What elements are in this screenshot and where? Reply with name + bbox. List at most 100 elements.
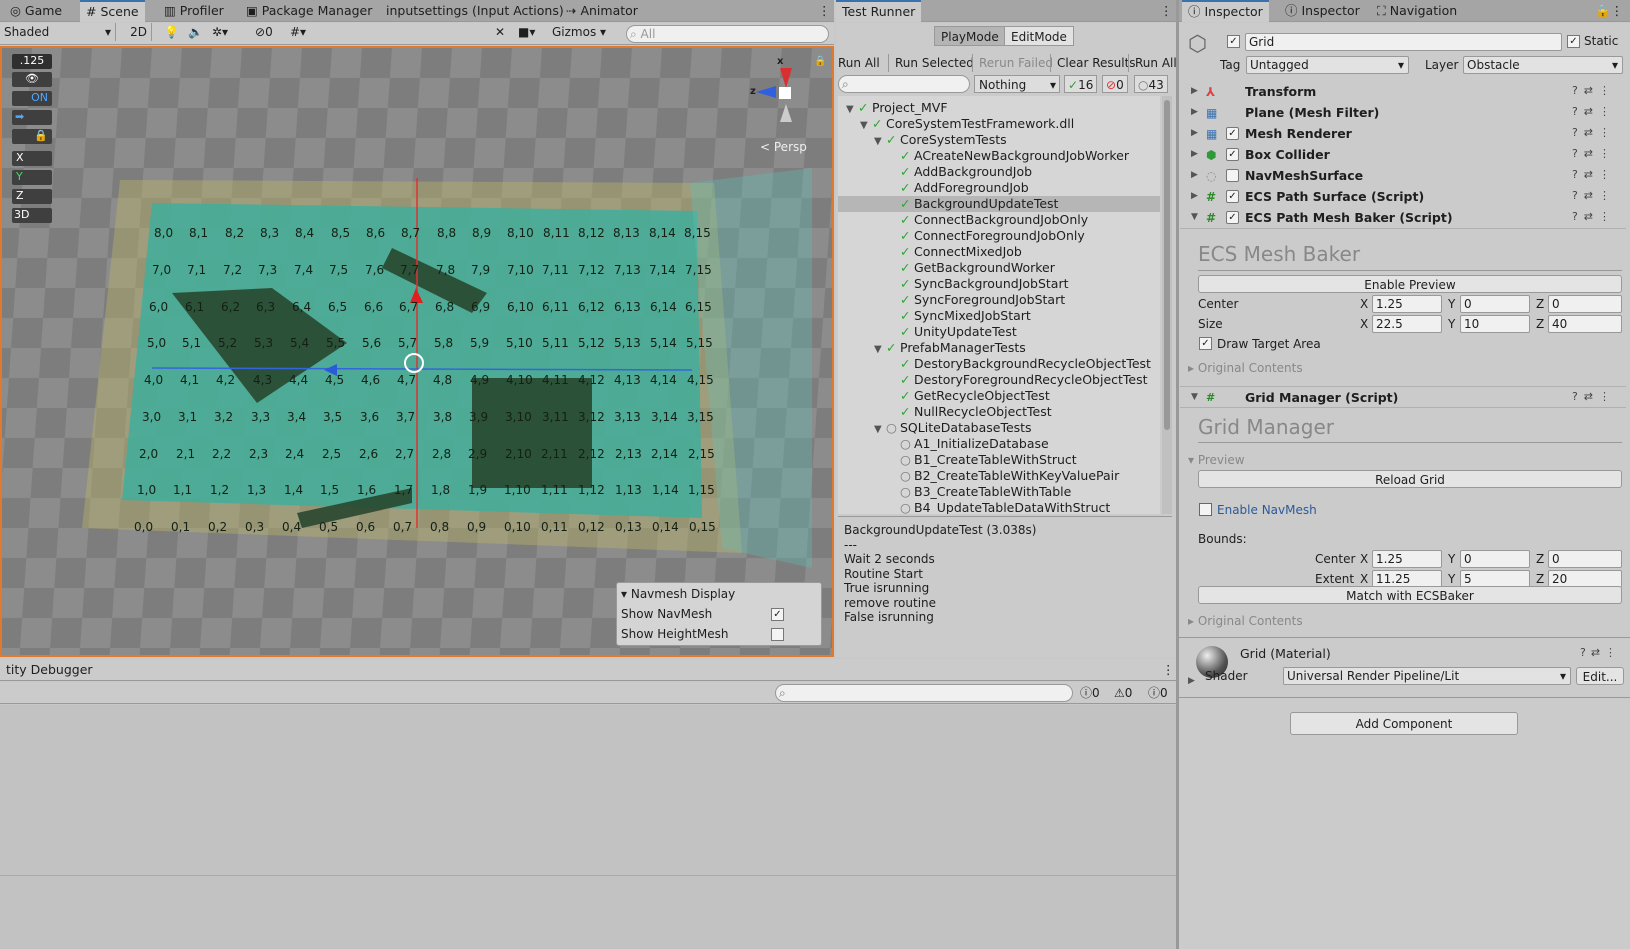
component-actions-icon[interactable]: ?⇄⋮ xyxy=(1572,147,1616,160)
test-tree-item[interactable]: ✓ BackgroundUpdateTest xyxy=(838,196,1160,212)
component-header[interactable]: ▶ ▦ ✓ Mesh Renderer ?⇄⋮ xyxy=(1180,123,1626,145)
test-tree-item[interactable]: ✓ NullRecycleObjectTest xyxy=(838,404,1160,420)
reload-grid-button[interactable]: Reload Grid xyxy=(1198,470,1622,488)
expand-arrow-icon[interactable]: ▶ xyxy=(1191,191,1198,201)
manager-original-contents[interactable]: ▸ Original Contents xyxy=(1188,614,1303,628)
baker-original-contents[interactable]: ▸ Original Contents xyxy=(1188,361,1303,375)
playmode-tab[interactable]: PlayMode xyxy=(934,26,1006,46)
component-actions-icon[interactable]: ?⇄⋮ xyxy=(1572,126,1616,139)
component-header[interactable]: ▶ ▦ Plane (Mesh Filter) ?⇄⋮ xyxy=(1180,102,1626,124)
bounds-center-x[interactable]: 1.25 xyxy=(1372,550,1442,568)
scene-view[interactable]: 8,0 8,1 8,2 8,3 8,4 8,5 8,6 8,7 8,8 8,9 8,10 8,11 8,… xyxy=(0,46,834,657)
audio-icon[interactable]: 🔈 xyxy=(188,23,203,41)
test-tree-item[interactable]: ✓ SyncBackgroundJobStart xyxy=(838,276,1160,292)
bounds-center-y[interactable]: 0 xyxy=(1460,550,1530,568)
baker-center-y[interactable]: 0 xyxy=(1460,295,1530,313)
error-count[interactable]: ⓘ0 xyxy=(1148,684,1168,702)
axis-3d-toggle[interactable]: 3D xyxy=(12,208,52,223)
toggle-2d-button[interactable]: 2D xyxy=(126,23,152,41)
edit-shader-button[interactable]: Edit... xyxy=(1576,667,1624,685)
tab-package-manager[interactable]: ▣ Package Manager xyxy=(240,0,378,22)
expand-arrow-icon[interactable]: ▶ xyxy=(1191,128,1198,138)
gizmo-lock-icon[interactable]: 🔒 xyxy=(814,56,826,67)
test-tree-item[interactable]: ▼ ○ SQLiteDatabaseTests xyxy=(838,420,1160,436)
enable-navmesh-checkbox[interactable] xyxy=(1199,503,1212,516)
expand-arrow-icon[interactable]: ▶ xyxy=(1191,107,1198,117)
test-tree-item[interactable]: ✓ GetRecycleObjectTest xyxy=(838,388,1160,404)
tag-dropdown[interactable]: Untagged ▾ xyxy=(1246,56,1409,74)
collapse-arrow-icon[interactable]: ▼ xyxy=(1191,212,1198,222)
scrollbar-thumb[interactable] xyxy=(1164,100,1170,430)
material-expand-icon[interactable]: ▶ xyxy=(1188,676,1195,686)
component-header[interactable]: ▶ ⅄ Transform ?⇄⋮ xyxy=(1180,81,1626,103)
test-tree-item[interactable]: ○ B3_CreateTableWithTable xyxy=(838,484,1160,500)
gizmo-y-axis-icon[interactable] xyxy=(780,104,792,122)
preview-foldout[interactable]: ▾ Preview xyxy=(1188,453,1245,467)
component-enabled-checkbox[interactable]: ✓ xyxy=(1226,190,1239,203)
component-actions-icon[interactable]: ?⇄⋮ xyxy=(1572,210,1616,223)
test-tree-item[interactable]: ✓ ConnectBackgroundJobOnly xyxy=(838,212,1160,228)
test-tree-item[interactable]: ▼ ✓ CoreSystemTestFramework.dll xyxy=(838,116,1160,132)
camera-icon[interactable]: ■▾ xyxy=(518,23,535,41)
test-tree-item[interactable]: ✓ ACreateNewBackgroundJobWorker xyxy=(838,148,1160,164)
test-tree-item[interactable]: ✓ ConnectForegroundJobOnly xyxy=(838,228,1160,244)
gizmo-x-axis-icon[interactable] xyxy=(780,68,792,88)
component-header[interactable]: ▼ # ✓ ECS Path Mesh Baker (Script) ?⇄⋮ xyxy=(1180,207,1626,229)
expand-arrow-icon[interactable]: ▶ xyxy=(1191,149,1198,159)
component-actions-icon[interactable]: ?⇄⋮ xyxy=(1572,105,1616,118)
baker-center-x[interactable]: 1.25 xyxy=(1372,295,1442,313)
expand-arrow-icon[interactable]: ▶ xyxy=(1191,170,1198,180)
test-runner-menu-icon[interactable]: ⋮ xyxy=(1154,0,1179,22)
baker-size-x[interactable]: 22.5 xyxy=(1372,315,1442,333)
component-header[interactable]: ▶ # ✓ ECS Path Surface (Script) ?⇄⋮ xyxy=(1180,186,1626,208)
test-tree-item[interactable]: ▼ ✓ PrefabManagerTests xyxy=(838,340,1160,356)
layer-dropdown[interactable]: Obstacle ▾ xyxy=(1463,56,1623,74)
test-tree-item[interactable]: ○ A1_InitializeDatabase xyxy=(838,436,1160,452)
lock-icon[interactable]: 🔒 xyxy=(12,129,52,144)
axis-z-toggle[interactable]: Z xyxy=(12,189,52,204)
test-tree-item[interactable]: ✓ DestoryForegroundRecycleObjectTest xyxy=(838,372,1160,388)
run-selected-button[interactable]: Run Selected xyxy=(888,54,974,72)
component-actions-icon[interactable]: ?⇄⋮ xyxy=(1572,189,1616,202)
gizmo-center[interactable] xyxy=(779,87,791,99)
test-search-input[interactable]: ⌕ xyxy=(838,75,970,93)
warning-count[interactable]: ⚠0 xyxy=(1114,684,1132,702)
shading-dropdown[interactable]: Shaded ▾ xyxy=(4,23,116,41)
component-actions-icon[interactable]: ?⇄⋮ xyxy=(1572,168,1616,181)
component-header[interactable]: ▶ ⬢ ✓ Box Collider ?⇄⋮ xyxy=(1180,144,1626,166)
grid-toggle-icon[interactable]: #▾ xyxy=(290,23,306,41)
tab-entity-debugger[interactable]: tity Debugger xyxy=(0,659,99,681)
gizmos-dropdown[interactable]: Gizmos ▾ xyxy=(552,23,618,41)
run-all-button[interactable]: Run All xyxy=(838,54,880,72)
component-enabled-checkbox[interactable]: ✓ xyxy=(1226,127,1239,140)
visibility-icon[interactable]: 👁 xyxy=(12,72,52,87)
test-tree-item[interactable]: ✓ UnityUpdateTest xyxy=(838,324,1160,340)
tab-scene[interactable]: # Scene xyxy=(80,0,145,22)
component-enabled-checkbox[interactable] xyxy=(1226,169,1239,182)
tab-animator[interactable]: ⇢ Animator xyxy=(560,0,644,22)
not-run-count-toggle[interactable]: ○43 xyxy=(1134,75,1168,93)
log-count[interactable]: ⓘ0 xyxy=(1080,684,1100,702)
component-actions-icon[interactable]: ?⇄⋮ xyxy=(1572,390,1616,403)
material-actions-icon[interactable]: ?⇄⋮ xyxy=(1580,646,1621,659)
gizmo-z-axis-icon[interactable] xyxy=(756,86,776,98)
component-enabled-checkbox[interactable]: ✓ xyxy=(1226,148,1239,161)
test-tree-item[interactable]: ✓ GetBackgroundWorker xyxy=(838,260,1160,276)
test-tree-item[interactable]: ✓ SyncForegroundJobStart xyxy=(838,292,1160,308)
test-tree-item[interactable]: ✓ AddForegroundJob xyxy=(838,180,1160,196)
shader-dropdown[interactable]: Universal Render Pipeline/Lit ▾ xyxy=(1283,667,1571,685)
editmode-tab[interactable]: EditMode xyxy=(1004,26,1074,46)
tab-navigation[interactable]: ⛶ Navigation xyxy=(1371,0,1463,22)
axis-y-toggle[interactable]: Y xyxy=(12,170,52,185)
perspective-label[interactable]: < Persp xyxy=(760,140,807,154)
navmesh-display-title[interactable]: ▾ Navmesh Display xyxy=(621,587,735,601)
hidden-objects-icon[interactable]: ⊘0 xyxy=(255,23,273,41)
test-tree-item[interactable]: ✓ ConnectMixedJob xyxy=(838,244,1160,260)
tools-icon[interactable]: ✕ xyxy=(495,23,505,41)
scene-search-input[interactable]: ⌕ All xyxy=(626,25,829,43)
expand-arrow-icon[interactable]: ▶ xyxy=(1191,86,1198,96)
match-ecsbaker-button[interactable]: Match with ECSBaker xyxy=(1198,586,1622,604)
tree-scrollbar[interactable] xyxy=(1162,96,1172,514)
object-name-input[interactable]: Grid xyxy=(1245,33,1562,51)
tab-test-runner[interactable]: Test Runner xyxy=(836,0,922,22)
